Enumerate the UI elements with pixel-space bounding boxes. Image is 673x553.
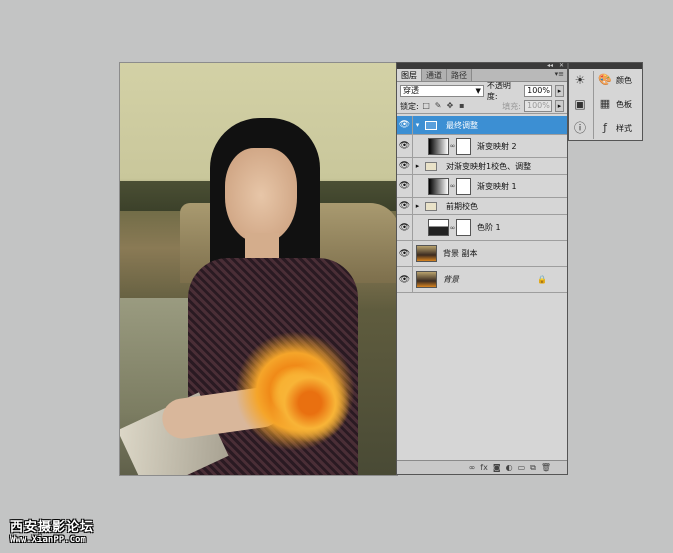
visibility-eye-icon[interactable]: 👁	[397, 241, 413, 266]
layer-row[interactable]: 👁 ▸ 前期校色	[397, 198, 567, 215]
photo-flowers-2	[270, 363, 350, 443]
chain-link-icon: ∞	[449, 223, 456, 232]
layer-name: 最终调整	[446, 120, 478, 130]
layer-name: 背景	[443, 275, 459, 284]
dock-item-label: 颜色	[616, 75, 632, 85]
blend-row: 穿透 ▼ 不透明度: 100% ▸	[397, 80, 567, 101]
dock-icon-column: ☀ ▣ ⓘ	[573, 73, 587, 145]
folder-icon	[425, 120, 437, 130]
layer-mask-thumbnail[interactable]	[456, 177, 471, 195]
watermark-line1: 西安摄影论坛	[10, 520, 95, 535]
visibility-eye-icon[interactable]: 👁	[397, 135, 413, 157]
dock-item-label: 色板	[616, 99, 632, 109]
fx-icon[interactable]: fx	[480, 463, 488, 472]
layer-name: 对渐变映射1校色、调整	[446, 161, 532, 171]
layers-panel: ◂◂ ✕ 图层 通道 路径 ▾≡ 穿透 ▼ 不透明度: 100% ▸ 锁定: □…	[396, 62, 568, 475]
collapse-triangle-icon[interactable]: ▸	[413, 202, 422, 210]
layers-list: 👁 ▾ 最终调整 👁 ∞ 渐变映射 2 👁 ▸ 对渐变映射1校色、调整 👁 ∞	[397, 116, 567, 293]
opacity-slider-icon[interactable]: ▸	[555, 84, 565, 97]
layer-row[interactable]: 👁 背景 副本	[397, 241, 567, 267]
layer-name: 背景 副本	[443, 249, 478, 258]
dock-item-label: 样式	[616, 123, 632, 133]
tab-paths[interactable]: 路径	[447, 69, 472, 81]
image-thumbnail	[416, 271, 437, 288]
blend-mode-select[interactable]: 穿透 ▼	[400, 84, 484, 97]
layer-name: 渐变映射 2	[477, 141, 517, 151]
levels-thumbnail-icon	[428, 219, 449, 236]
info-icon[interactable]: ⓘ	[573, 121, 587, 135]
expand-triangle-icon[interactable]: ▾	[413, 121, 422, 129]
dock-title-bar[interactable]	[569, 63, 642, 69]
chain-link-icon: ∞	[449, 182, 456, 190]
visibility-eye-icon[interactable]: 👁	[397, 175, 413, 197]
layer-row[interactable]: 👁 背景 🔒	[397, 267, 567, 293]
layer-row[interactable]: 👁 ▾ 最终调整	[397, 116, 567, 135]
adjustment-icon[interactable]: ◐	[506, 463, 513, 472]
folder-icon	[425, 201, 437, 211]
visibility-eye-icon[interactable]: 👁	[397, 215, 413, 240]
layer-row[interactable]: 👁 ∞ 渐变映射 1	[397, 175, 567, 198]
navigator-sun-icon[interactable]: ☀	[573, 73, 587, 87]
layer-row[interactable]: 👁 ∞ 渐变映射 2	[397, 135, 567, 158]
dock-divider	[593, 71, 594, 139]
image-thumbnail	[416, 245, 437, 262]
fill-label: 填充:	[502, 101, 521, 111]
photo-face	[225, 148, 297, 243]
mask-icon[interactable]: ◙	[493, 463, 501, 472]
color-icon: 🎨	[598, 73, 612, 86]
histogram-icon[interactable]: ▣	[573, 97, 587, 111]
lock-label: 锁定:	[400, 101, 419, 111]
lock-pixels-icon[interactable]: ✎	[434, 101, 443, 110]
opacity-label: 不透明度:	[486, 80, 511, 101]
visibility-eye-icon[interactable]: 👁	[397, 158, 413, 174]
tab-layers[interactable]: 图层	[397, 69, 422, 81]
lock-row: 锁定: □ ✎ ✥ ▪ 填充: 100% ▸	[397, 99, 567, 114]
folder-icon[interactable]: ▭	[518, 463, 526, 472]
lock-icon: 🔒	[537, 275, 547, 284]
side-dock: ☀ ▣ ⓘ 🎨 颜色 ▦ 色板 ƒ 样式	[568, 62, 643, 141]
panel-menu-icon[interactable]: ▾≡	[555, 70, 564, 78]
visibility-eye-icon[interactable]: 👁	[397, 198, 413, 214]
lock-position-icon[interactable]: ✥	[445, 101, 454, 110]
panel-bottom-bar: ∞ fx ◙ ◐ ▭ ⧉ 🗑	[397, 460, 567, 474]
visibility-eye-icon[interactable]: 👁	[397, 267, 413, 292]
fill-input[interactable]: 100%	[524, 100, 552, 112]
swatches-icon: ▦	[599, 97, 611, 110]
watermark: 西安摄影论坛 Www.XianPP.Com	[10, 516, 94, 545]
layer-name: 前期校色	[446, 201, 478, 211]
blend-mode-value: 穿透	[403, 85, 419, 95]
collapse-triangle-icon[interactable]: ▸	[413, 162, 422, 170]
fill-slider-icon[interactable]: ▸	[555, 100, 564, 112]
layer-mask-thumbnail[interactable]	[456, 219, 471, 236]
close-icon[interactable]: ✕	[559, 62, 564, 69]
layer-name: 色阶 1	[477, 223, 501, 232]
lock-transparent-icon[interactable]: □	[422, 101, 431, 110]
watermark-line2: Www.XianPP.Com	[10, 535, 86, 545]
styles-icon: ƒ	[603, 121, 607, 134]
chevron-down-icon: ▼	[475, 86, 481, 95]
dock-item-swatches[interactable]: ▦ 色板	[598, 97, 632, 111]
tab-channels[interactable]: 通道	[422, 69, 447, 81]
dock-item-styles[interactable]: ƒ 样式	[598, 121, 632, 135]
layer-row[interactable]: 👁 ∞ 色阶 1	[397, 215, 567, 241]
dock-labeled-column: 🎨 颜色 ▦ 色板 ƒ 样式	[598, 73, 632, 145]
layer-mask-thumbnail[interactable]	[456, 137, 471, 155]
layer-row[interactable]: 👁 ▸ 对渐变映射1校色、调整	[397, 158, 567, 175]
lock-all-icon[interactable]: ▪	[457, 101, 466, 110]
visibility-eye-icon[interactable]: 👁	[397, 116, 413, 134]
folder-icon	[425, 161, 437, 171]
gradient-map-thumbnail-icon	[428, 137, 449, 155]
trash-icon[interactable]: 🗑	[541, 463, 551, 472]
dock-item-color[interactable]: 🎨 颜色	[598, 73, 632, 87]
gradient-map-thumbnail-icon	[428, 177, 449, 195]
panel-tabs: 图层 通道 路径 ▾≡	[397, 69, 567, 82]
document-canvas[interactable]	[119, 62, 398, 476]
new-layer-icon[interactable]: ⧉	[530, 463, 536, 473]
link-icon[interactable]: ∞	[469, 463, 476, 472]
lock-buttons: □ ✎ ✥ ▪	[422, 101, 467, 111]
opacity-input[interactable]: 100%	[524, 84, 553, 97]
collapse-icon[interactable]: ◂◂	[547, 62, 553, 69]
layer-name: 渐变映射 1	[477, 181, 517, 191]
chain-link-icon: ∞	[449, 142, 456, 150]
